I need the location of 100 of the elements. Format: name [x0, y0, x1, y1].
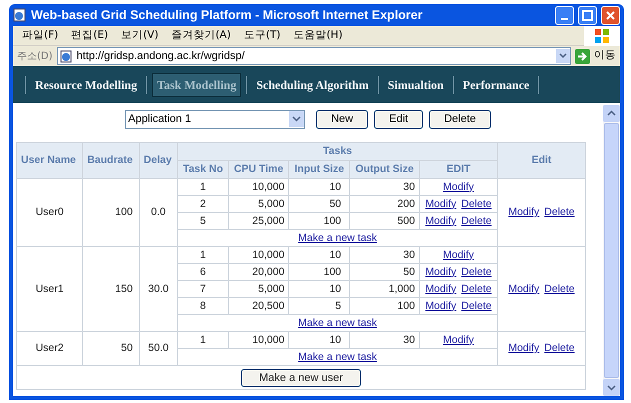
table-cell: 50.0: [139, 332, 178, 366]
column-header: EDIT: [419, 160, 498, 178]
arrow-icon: [575, 48, 590, 64]
table-cell: 200: [350, 196, 420, 212]
table-link[interactable]: Modify: [508, 341, 540, 356]
table-link[interactable]: Delete: [461, 298, 492, 314]
maximize-icon: [582, 10, 593, 20]
table-cell: 100: [288, 264, 350, 280]
table-cell: User0: [16, 178, 83, 246]
menu-item[interactable]: 편집(E): [71, 28, 108, 44]
table-cell: 50: [350, 264, 420, 280]
table-cell: 150: [82, 246, 140, 332]
nav-tab[interactable]: Scheduling Algorithm: [252, 72, 373, 96]
column-header: CPU Time: [228, 160, 289, 178]
table-link[interactable]: Delete: [461, 214, 492, 228]
table-cell: 10: [288, 178, 350, 196]
column-header: Baudrate: [82, 142, 140, 178]
table-link[interactable]: Modify: [425, 264, 456, 280]
menu-item[interactable]: 도구(T): [244, 28, 280, 44]
minimize-icon: [561, 18, 568, 20]
table-cell: 5: [288, 298, 350, 314]
table-link[interactable]: Modify: [508, 205, 540, 220]
column-header: Edit: [498, 142, 586, 178]
table-link[interactable]: Delete: [544, 341, 575, 356]
menu-item[interactable]: 보기(V): [121, 28, 158, 44]
column-header: Delay: [139, 142, 178, 178]
table-cell: 10,000: [228, 332, 289, 348]
table-cell: 100: [350, 298, 420, 314]
menu-item[interactable]: 즐겨찾기(A): [171, 28, 231, 44]
close-icon: [605, 10, 616, 20]
new-task-link[interactable]: Make a new task: [298, 232, 377, 244]
table-cell: 8: [178, 298, 228, 314]
table-cell: 10: [288, 246, 350, 264]
close-button[interactable]: [601, 6, 620, 24]
table-cell: 7: [178, 280, 228, 298]
dropdown-icon: [289, 111, 304, 127]
table-link[interactable]: Modify: [425, 282, 456, 296]
window-title: Web-based Grid Scheduling Platform - Microsoft Internet Explorer: [31, 6, 424, 24]
table-link[interactable]: Modify: [425, 196, 456, 212]
column-header: Output Size: [350, 160, 420, 178]
table-cell: User2: [16, 332, 83, 366]
table-cell: 30: [350, 246, 420, 264]
go-button[interactable]: 이동: [575, 48, 616, 64]
table-link[interactable]: Delete: [461, 282, 492, 296]
table-cell: 1,000: [350, 280, 420, 298]
address-field[interactable]: http://gridsp.andong.ac.kr/wgridsp/: [56, 47, 571, 65]
table-cell: 10: [288, 332, 350, 348]
toolbar-button[interactable]: New: [316, 110, 368, 128]
application-select[interactable]: Application 1: [125, 110, 306, 128]
maximize-button[interactable]: [578, 6, 597, 24]
table-cell: 1: [178, 178, 228, 196]
table-cell: 5,000: [228, 280, 289, 298]
nav-tab[interactable]: Resource Modelling: [31, 72, 142, 96]
table-cell: 0.0: [139, 178, 178, 246]
browser-page-icon: [13, 8, 27, 22]
table-cell: 5: [178, 212, 228, 230]
table-link[interactable]: Delete: [544, 282, 575, 296]
new-task-link[interactable]: Make a new task: [298, 350, 377, 362]
scroll-up-icon: [603, 105, 620, 122]
table-cell: 30.0: [139, 246, 178, 332]
page-icon: [60, 50, 73, 62]
nav-tab[interactable]: Performance: [458, 72, 534, 96]
table-cell: 10,000: [228, 178, 289, 196]
menu-item[interactable]: 도움말(H): [293, 28, 343, 44]
table-cell: 1: [178, 246, 228, 264]
table-link[interactable]: Modify: [508, 282, 540, 296]
table-cell: 20,500: [228, 298, 289, 314]
table-cell: 2: [178, 196, 228, 212]
table-cell: User1: [16, 246, 83, 332]
table-link[interactable]: Delete: [544, 205, 575, 220]
address-label: 주소(D): [17, 50, 53, 64]
table-cell: 6: [178, 264, 228, 280]
table-link[interactable]: Modify: [425, 298, 456, 314]
table-link[interactable]: Delete: [461, 264, 492, 280]
nav-tab[interactable]: Simualtion: [384, 72, 448, 96]
new-task-link[interactable]: Make a new task: [298, 316, 377, 328]
toolbar-button[interactable]: Delete: [429, 110, 491, 128]
minimize-button[interactable]: [555, 6, 574, 24]
table-cell: 30: [350, 332, 420, 348]
scroll-down-icon: [603, 379, 620, 396]
table-cell: 100: [82, 178, 140, 246]
windows-logo-icon: [594, 28, 610, 44]
table-cell: 5,000: [228, 196, 289, 212]
table-link[interactable]: Delete: [461, 196, 492, 212]
table-cell: 100: [288, 212, 350, 230]
table-cell: 500: [350, 212, 420, 230]
table-link[interactable]: Modify: [425, 214, 456, 228]
table-cell: 10: [288, 280, 350, 298]
toolbar-button[interactable]: Edit: [374, 110, 424, 128]
table-cell: 20,000: [228, 264, 289, 280]
column-header: Tasks: [178, 142, 498, 160]
nav-tab[interactable]: Task Modelling: [152, 72, 242, 96]
dropdown-icon: [556, 49, 570, 63]
table-cell: 50: [82, 332, 140, 366]
scrollbar[interactable]: [603, 105, 620, 396]
table-cell: 25,000: [228, 212, 289, 230]
new-user-button[interactable]: Make a new user: [241, 368, 361, 386]
column-header: User Name: [16, 142, 83, 178]
table-cell: 30: [350, 178, 420, 196]
menu-item[interactable]: 파일(F): [22, 28, 58, 44]
